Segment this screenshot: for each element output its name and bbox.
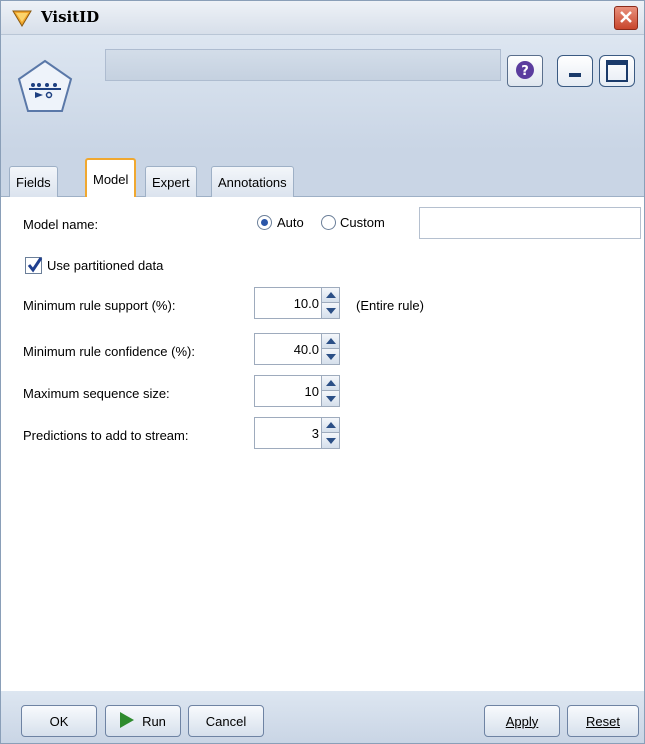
cancel-button-label: Cancel xyxy=(205,713,247,729)
arrow-up-icon xyxy=(325,422,336,428)
auto-radio-label: Auto xyxy=(277,215,304,230)
reset-button[interactable]: Reset xyxy=(567,705,639,737)
auto-radio[interactable] xyxy=(257,215,272,230)
run-button-label: Run xyxy=(142,713,166,729)
apply-button[interactable]: Apply xyxy=(484,705,560,737)
node-header: ? xyxy=(1,35,644,150)
dialog-window: VisitID ? Fields Model Expert Annotation… xyxy=(0,0,645,744)
app-logo-icon xyxy=(11,8,33,28)
min-support-note: (Entire rule) xyxy=(356,298,424,313)
run-icon xyxy=(120,711,135,731)
spin-down-button[interactable] xyxy=(321,391,339,406)
min-support-label: Minimum rule support (%): xyxy=(23,298,176,313)
arrow-down-icon xyxy=(325,307,336,314)
model-name-label: Model name: xyxy=(23,217,99,232)
tab-model[interactable]: Model xyxy=(85,158,137,198)
help-icon: ? xyxy=(515,60,535,83)
minimize-button[interactable] xyxy=(557,55,593,87)
arrow-up-icon xyxy=(325,292,336,298)
apply-button-label: Apply xyxy=(505,713,539,729)
min-confidence-value: 40.0 xyxy=(293,342,319,357)
min-support-value: 10.0 xyxy=(293,296,319,311)
spin-up-button[interactable] xyxy=(321,288,339,303)
spin-up-button[interactable] xyxy=(321,334,339,349)
close-icon xyxy=(619,10,633,27)
cancel-button[interactable]: Cancel xyxy=(188,705,264,737)
min-confidence-label: Minimum rule confidence (%): xyxy=(23,344,195,359)
custom-name-input[interactable] xyxy=(419,207,641,239)
max-sequence-value: 10 xyxy=(304,384,319,399)
spin-up-button[interactable] xyxy=(321,376,339,391)
use-partitioned-checkbox[interactable] xyxy=(25,257,43,274)
tab-label: Annotations xyxy=(218,174,287,190)
close-button[interactable] xyxy=(614,6,638,30)
arrow-up-icon xyxy=(325,380,336,386)
min-support-spinner[interactable]: 10.0 xyxy=(254,287,340,319)
tab-label: Model xyxy=(93,171,129,187)
spin-down-button[interactable] xyxy=(321,349,339,364)
max-sequence-spinner[interactable]: 10 xyxy=(254,375,340,407)
predictions-label: Predictions to add to stream: xyxy=(23,428,189,443)
tab-label: Expert xyxy=(152,174,190,190)
window-title: VisitID xyxy=(41,8,100,26)
predictions-value: 3 xyxy=(311,426,319,441)
tab-expert[interactable]: Expert xyxy=(145,166,197,197)
tab-annotations[interactable]: Annotations xyxy=(211,166,294,197)
tab-fields[interactable]: Fields xyxy=(9,166,58,197)
help-glyph: ? xyxy=(521,64,529,79)
custom-radio-label: Custom xyxy=(340,215,385,230)
arrow-down-icon xyxy=(325,437,336,444)
checkmark-icon xyxy=(27,257,43,273)
min-confidence-spinner[interactable]: 40.0 xyxy=(254,333,340,365)
minimize-icon xyxy=(558,73,592,89)
button-bar: OK Run Cancel Apply Reset xyxy=(1,691,644,743)
model-panel: Model name: Auto Custom Use partitioned … xyxy=(1,197,644,691)
ok-button[interactable]: OK xyxy=(21,705,97,737)
help-button[interactable]: ? xyxy=(507,55,543,87)
maximize-button[interactable] xyxy=(599,55,635,87)
use-partitioned-label: Use partitioned data xyxy=(47,258,164,273)
spin-down-button[interactable] xyxy=(321,433,339,448)
tab-label: Fields xyxy=(16,174,51,190)
predictions-spinner[interactable]: 3 xyxy=(254,417,340,449)
sequence-node-icon xyxy=(17,59,73,115)
run-button[interactable]: Run xyxy=(105,705,181,737)
arrow-down-icon xyxy=(325,395,336,402)
node-name-bar xyxy=(105,49,501,81)
max-sequence-label: Maximum sequence size: xyxy=(23,386,170,401)
ok-button-label: OK xyxy=(49,713,69,729)
tab-bar: Fields Model Expert Annotations xyxy=(1,150,644,198)
maximize-icon xyxy=(600,60,634,89)
title-bar[interactable]: VisitID xyxy=(1,1,644,35)
spin-down-button[interactable] xyxy=(321,303,339,318)
spin-up-button[interactable] xyxy=(321,418,339,433)
custom-radio[interactable] xyxy=(321,215,336,230)
arrow-up-icon xyxy=(325,338,336,344)
reset-button-label: Reset xyxy=(586,713,620,729)
arrow-down-icon xyxy=(325,353,336,360)
